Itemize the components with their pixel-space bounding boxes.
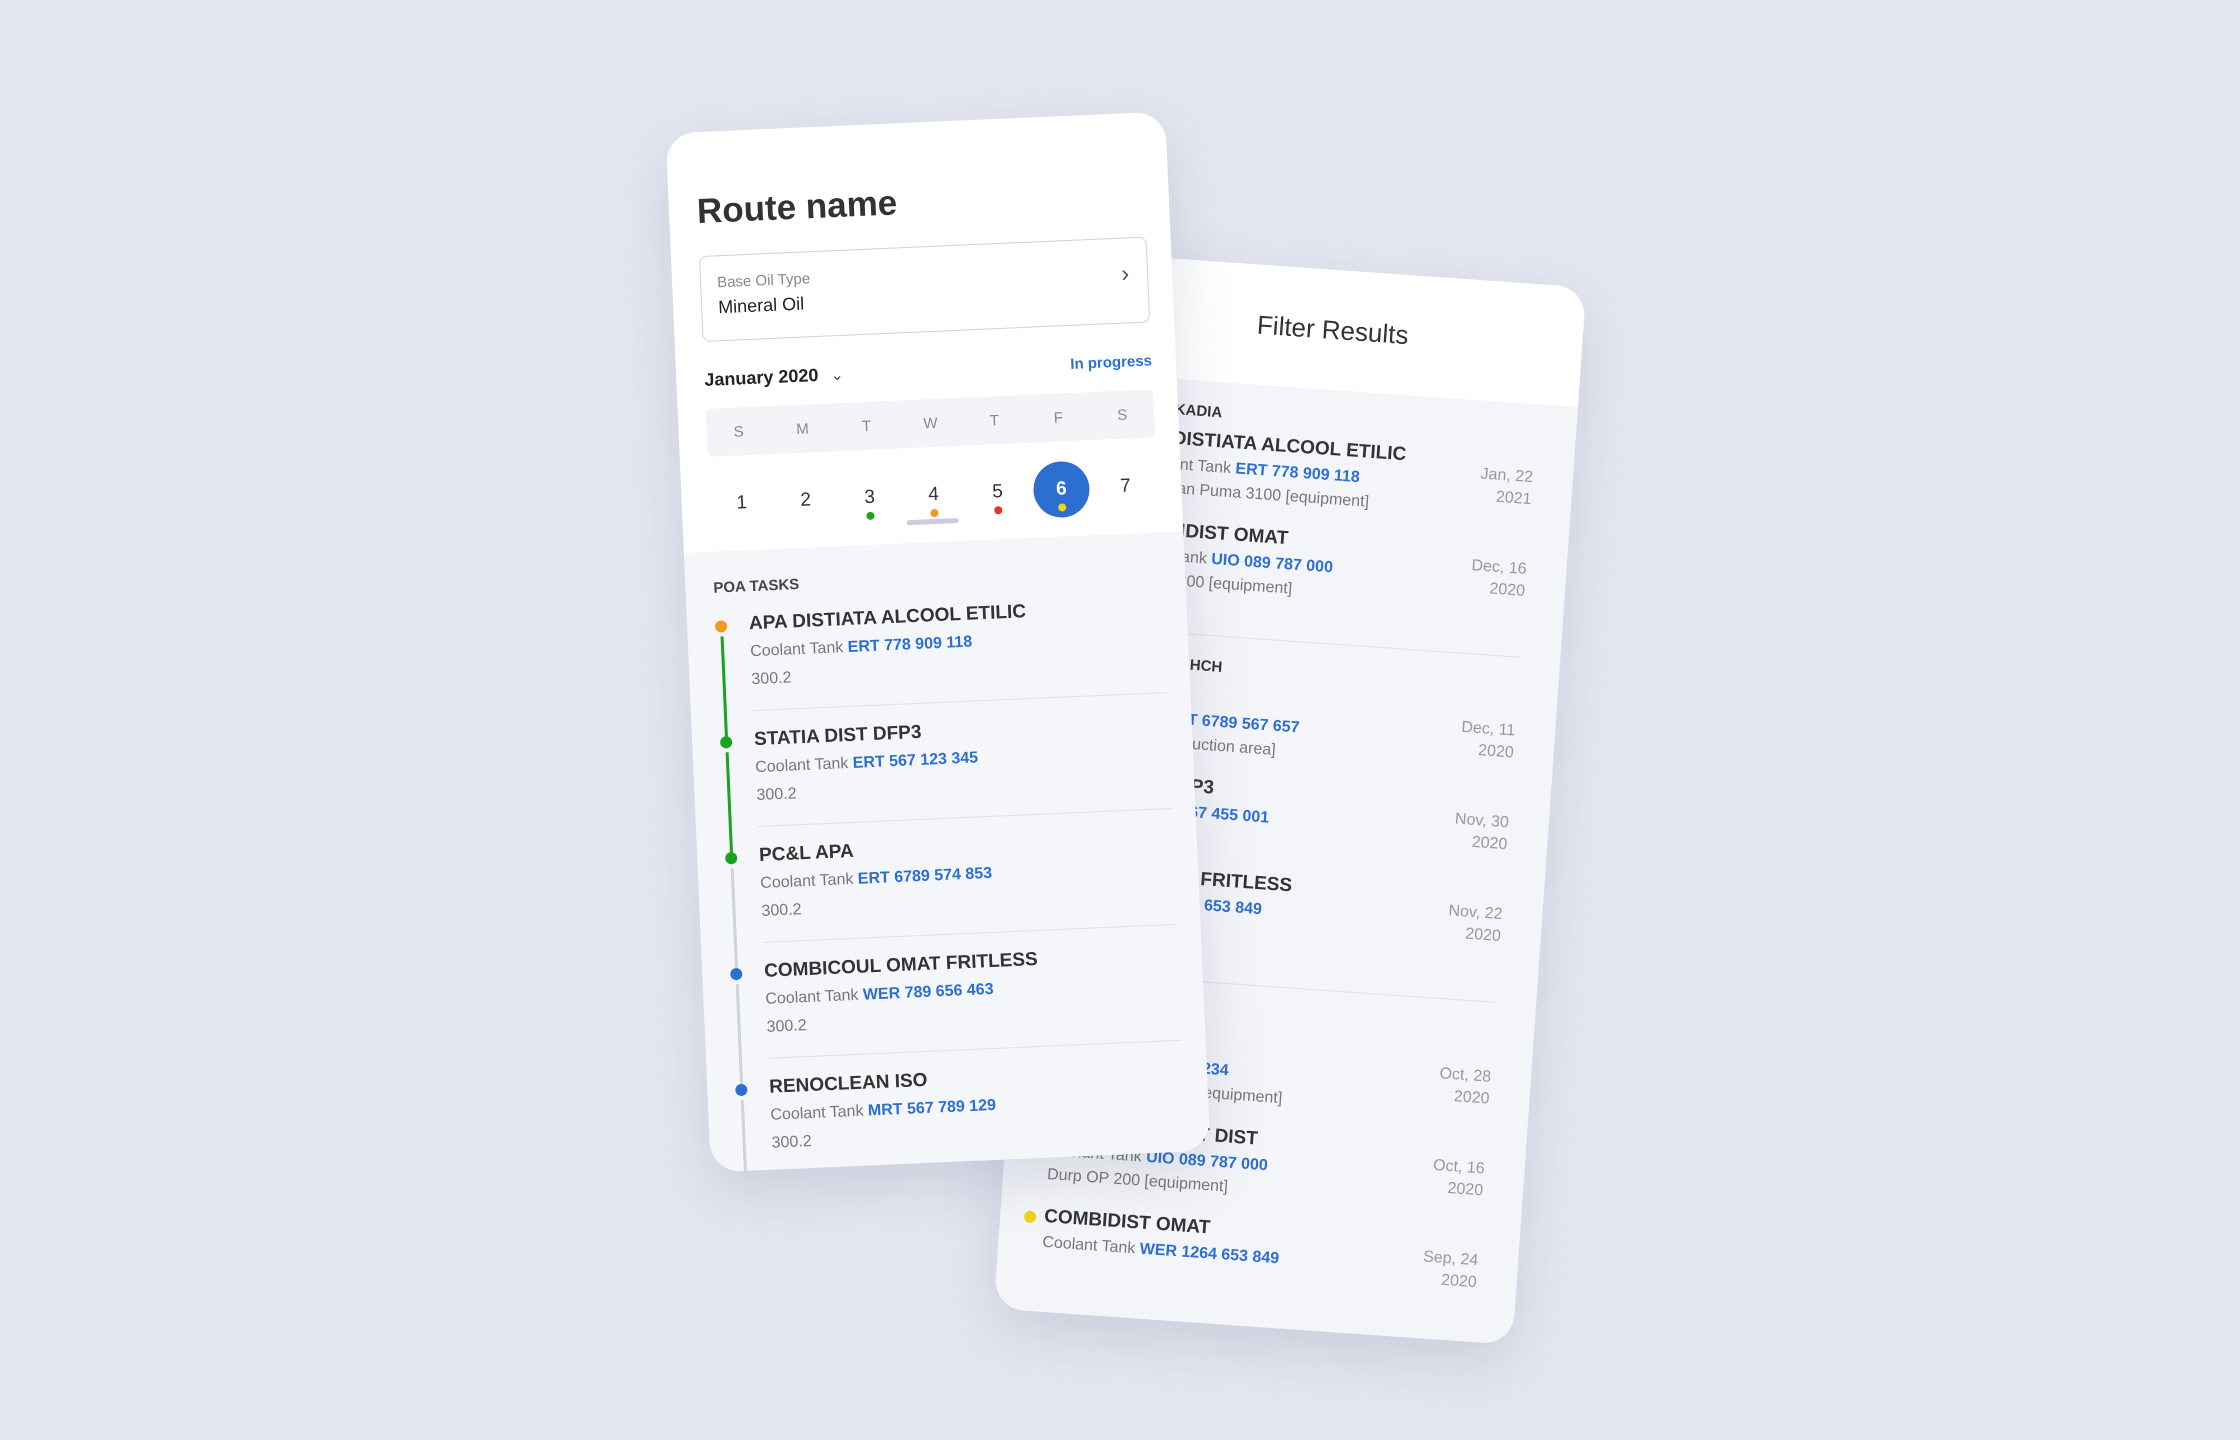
date-year: 2020	[1464, 925, 1502, 946]
date-day: Nov, 30	[1454, 810, 1510, 832]
calendar-day[interactable]: 4	[900, 466, 966, 525]
month-label: January 2020	[703, 364, 819, 390]
item-date: Oct, 28 2020	[1437, 1063, 1492, 1110]
divider	[1159, 631, 1521, 658]
event-dot-icon	[930, 508, 939, 518]
status-dot-icon	[730, 967, 743, 981]
day-number: 2	[799, 489, 812, 511]
weekday-label: T	[989, 411, 1000, 430]
calendar-day[interactable]: 5	[964, 463, 1030, 522]
weekday-label: F	[1053, 408, 1064, 427]
calendar-day[interactable]: 2	[773, 471, 839, 530]
task-code[interactable]: WER 789 656 463	[863, 981, 994, 1004]
task-value: 300.2	[761, 901, 802, 920]
task-type: Coolant Tank	[754, 755, 849, 777]
task-item[interactable]: APA DISTIATA ALCOOL ETILIC Coolant Tank E…	[714, 577, 1167, 747]
task-type: Coolant Tank	[749, 639, 844, 661]
task-item[interactable]: PC&L APA Coolant Tank ERT 6789 574 853 300…	[724, 809, 1177, 979]
base-oil-type-field[interactable]: Base Oil Type Mineral Oil ›	[698, 236, 1151, 342]
task-code[interactable]: ERT 6789 574 853	[857, 865, 992, 888]
task-value: 300.2	[756, 785, 797, 805]
status-dot-icon	[1023, 1210, 1037, 1224]
task-value: 300.2	[766, 1017, 808, 1036]
date-day: Oct, 28	[1438, 1065, 1492, 1086]
task-item[interactable]: RENOCLEAN ISO Coolant Tank MRT 567 789 12…	[734, 1041, 1187, 1173]
weekday-label: W	[922, 414, 938, 432]
item-type: Coolant Tank	[1041, 1233, 1136, 1258]
item-date: Dec, 11 2020	[1459, 717, 1516, 765]
item-code[interactable]: ERT 778 909 118	[1235, 460, 1360, 486]
event-dot-icon	[866, 511, 875, 520]
chevron-down-icon: ⌄	[830, 366, 845, 385]
item-date: Oct, 16 2020	[1431, 1155, 1486, 1202]
weekday-label: M	[795, 419, 810, 438]
date-day: Sep, 24	[1422, 1248, 1479, 1270]
task-value: 300.2	[771, 1132, 813, 1152]
date-year: 2020	[1440, 1271, 1478, 1292]
date-year: 2020	[1477, 742, 1515, 762]
date-day: Oct, 16	[1432, 1156, 1486, 1178]
task-item[interactable]: STATIA DIST DFP3 Coolant Tank ERT 567 123…	[719, 693, 1172, 863]
day-number: 5	[991, 481, 1004, 503]
chevron-right-icon: ›	[1120, 260, 1130, 288]
date-year: 2020	[1453, 1088, 1491, 1108]
status-dot-icon	[714, 620, 728, 633]
month-selector[interactable]: January 2020 ⌄	[704, 364, 844, 391]
item-code[interactable]: UIO 089 787 000	[1211, 551, 1334, 576]
date-year: 2020	[1446, 1179, 1484, 1200]
date-year: 2021	[1495, 488, 1532, 509]
event-dot-icon	[1058, 503, 1067, 512]
item-code[interactable]: UIO 089 787 000	[1146, 1149, 1269, 1174]
day-number: 6	[1055, 478, 1068, 500]
calendar-day[interactable]: 3	[836, 468, 902, 527]
task-code[interactable]: ERT 778 909 118	[847, 634, 972, 656]
weekday-label: T	[861, 417, 872, 435]
timeline-line	[740, 1099, 749, 1173]
calendar-day[interactable]: 7	[1092, 457, 1158, 516]
weekday-label: S	[733, 422, 744, 441]
task-type: Coolant Tank	[759, 870, 854, 892]
calendar-day[interactable]: 6	[1032, 460, 1091, 519]
status-dot-icon	[735, 1083, 748, 1097]
task-code[interactable]: ERT 567 123 345	[852, 749, 978, 771]
date-day: Dec, 11	[1460, 718, 1516, 740]
item-date: Nov, 22 2020	[1446, 900, 1503, 948]
task-item[interactable]: COMBICOUL OMAT FRITLESS Coolant Tank WER …	[729, 925, 1182, 1095]
item-date: Sep, 24 2020	[1421, 1246, 1479, 1294]
route-card: Route name Base Oil Type Mineral Oil › J…	[665, 111, 1211, 1173]
item-date: Jan, 22 2021	[1478, 464, 1534, 512]
status-dot-icon	[719, 736, 733, 749]
item-code[interactable]: WER 1264 653 849	[1139, 1241, 1280, 1268]
date-year: 2020	[1471, 833, 1508, 854]
item-date: Dec, 16 2020	[1469, 555, 1527, 603]
weekday-label: S	[1116, 406, 1128, 424]
page-title: Route name	[696, 183, 898, 232]
calendar-day[interactable]: 1	[709, 474, 775, 533]
task-type: Coolant Tank	[770, 1102, 864, 1124]
day-number: 1	[735, 492, 748, 514]
task-value: 300.2	[751, 669, 792, 689]
day-number: 4	[927, 483, 940, 506]
task-code[interactable]: MRT 567 789 129	[868, 1097, 997, 1120]
date-day: Nov, 22	[1447, 902, 1503, 924]
date-day: Jan, 22	[1479, 465, 1534, 487]
date-day: Dec, 16	[1470, 557, 1528, 578]
day-number: 3	[863, 486, 876, 509]
item-date: Nov, 30 2020	[1453, 809, 1510, 857]
day-number: 7	[1119, 475, 1132, 497]
route-header: Route name Base Oil Type Mineral Oil › J…	[665, 111, 1184, 553]
event-dot-icon	[994, 506, 1003, 515]
task-list: APA DISTIATA ALCOOL ETILIC Coolant Tank E…	[714, 577, 1187, 1173]
status-link[interactable]: In progress	[1070, 352, 1152, 373]
weekday-header: SMTWTFS	[705, 389, 1156, 457]
status-dot-icon	[724, 851, 738, 865]
task-type: Coolant Tank	[765, 986, 859, 1008]
date-year: 2020	[1488, 580, 1526, 600]
